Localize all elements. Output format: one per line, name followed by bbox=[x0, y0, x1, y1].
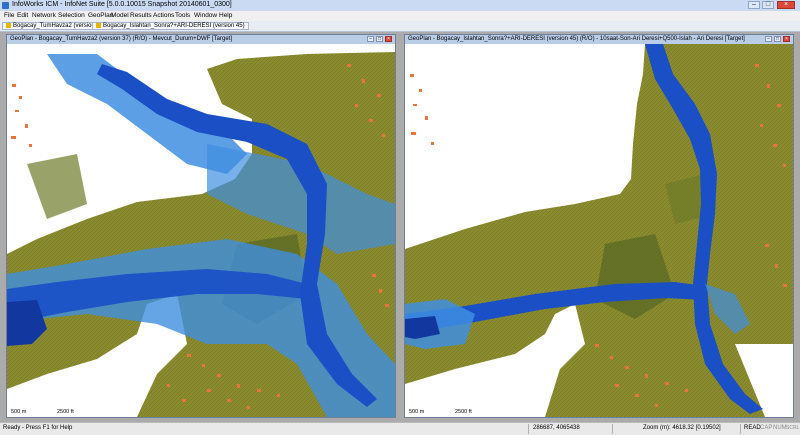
pane-title: GeoPlan - Bogacay_Islahtan_Sonra?+ARI-DE… bbox=[408, 36, 745, 42]
status-divider bbox=[612, 424, 613, 434]
status-scrl: SCRL bbox=[786, 425, 800, 431]
window-title: InfoWorks ICM - InfoNet Suite [5.0.0.100… bbox=[12, 1, 232, 8]
pane-maximize-icon[interactable]: □ bbox=[376, 36, 383, 42]
status-divider bbox=[740, 424, 741, 434]
scale-bar bbox=[11, 417, 111, 418]
flood-map-left[interactable] bbox=[7, 44, 395, 417]
scale-label-ft: 2500 ft bbox=[455, 409, 472, 415]
network-icon bbox=[6, 23, 11, 28]
minimize-icon[interactable]: – bbox=[748, 1, 760, 9]
menu-help[interactable]: Help bbox=[219, 12, 232, 19]
network-icon bbox=[96, 23, 101, 28]
menu-selection[interactable]: Selection bbox=[58, 12, 85, 19]
maximize-icon[interactable]: □ bbox=[762, 1, 774, 9]
menu-edit[interactable]: Edit bbox=[17, 12, 28, 19]
menu-actions[interactable]: Actions bbox=[153, 12, 174, 19]
close-icon[interactable]: × bbox=[777, 1, 795, 9]
menu-network[interactable]: Network bbox=[32, 12, 56, 19]
status-cap: CAP bbox=[760, 425, 773, 431]
status-bar: Ready - Press F1 for Help 286687, 406543… bbox=[0, 422, 800, 435]
menu-results[interactable]: Results bbox=[130, 12, 152, 19]
tab-document-2[interactable]: Bogacay_Islahtan_Sonra?+ARI-DERESI (vers… bbox=[92, 22, 249, 30]
document-tab-bar: Bogacay_TumHavza2 (version 37) Bogacay_I… bbox=[0, 21, 800, 32]
pane-maximize-icon[interactable]: □ bbox=[774, 36, 781, 42]
menu-model[interactable]: Model bbox=[111, 12, 129, 19]
status-message: Ready - Press F1 for Help bbox=[3, 425, 73, 431]
pane-minimize-icon[interactable]: – bbox=[765, 36, 772, 42]
scale-bar bbox=[409, 417, 509, 418]
scale-label-m: 500 m bbox=[11, 409, 27, 415]
menu-file[interactable]: File bbox=[4, 12, 14, 19]
status-num: NUM bbox=[773, 425, 787, 431]
status-zoom: Zoom (m): 4618.32 [0.19502] bbox=[643, 425, 721, 431]
app-icon bbox=[2, 2, 9, 9]
pane-title: GeoPlan - Bogacay_TumHavza2 (version 37)… bbox=[10, 36, 233, 42]
status-divider bbox=[528, 424, 529, 434]
pane-minimize-icon[interactable]: – bbox=[367, 36, 374, 42]
tab-label: Bogacay_Islahtan_Sonra?+ARI-DERESI (vers… bbox=[103, 23, 245, 30]
status-coordinates: 286687, 4065438 bbox=[533, 425, 580, 431]
flood-map-right[interactable] bbox=[405, 44, 793, 417]
scale-label-ft: 2500 ft bbox=[57, 409, 74, 415]
status-read: READ bbox=[744, 425, 761, 431]
menu-tools[interactable]: Tools bbox=[175, 12, 190, 19]
menu-bar: File Edit Network Selection GeoPlan Mode… bbox=[0, 11, 800, 21]
geoplan-window-right[interactable]: GeoPlan - Bogacay_Islahtan_Sonra?+ARI-DE… bbox=[404, 34, 794, 418]
menu-geoplan[interactable]: GeoPlan bbox=[88, 12, 113, 19]
menu-window[interactable]: Window bbox=[194, 12, 217, 19]
pane-close-icon[interactable]: × bbox=[783, 36, 790, 42]
geoplan-window-left[interactable]: GeoPlan - Bogacay_TumHavza2 (version 37)… bbox=[6, 34, 396, 418]
scale-label-m: 500 m bbox=[409, 409, 425, 415]
pane-close-icon[interactable]: × bbox=[385, 36, 392, 42]
